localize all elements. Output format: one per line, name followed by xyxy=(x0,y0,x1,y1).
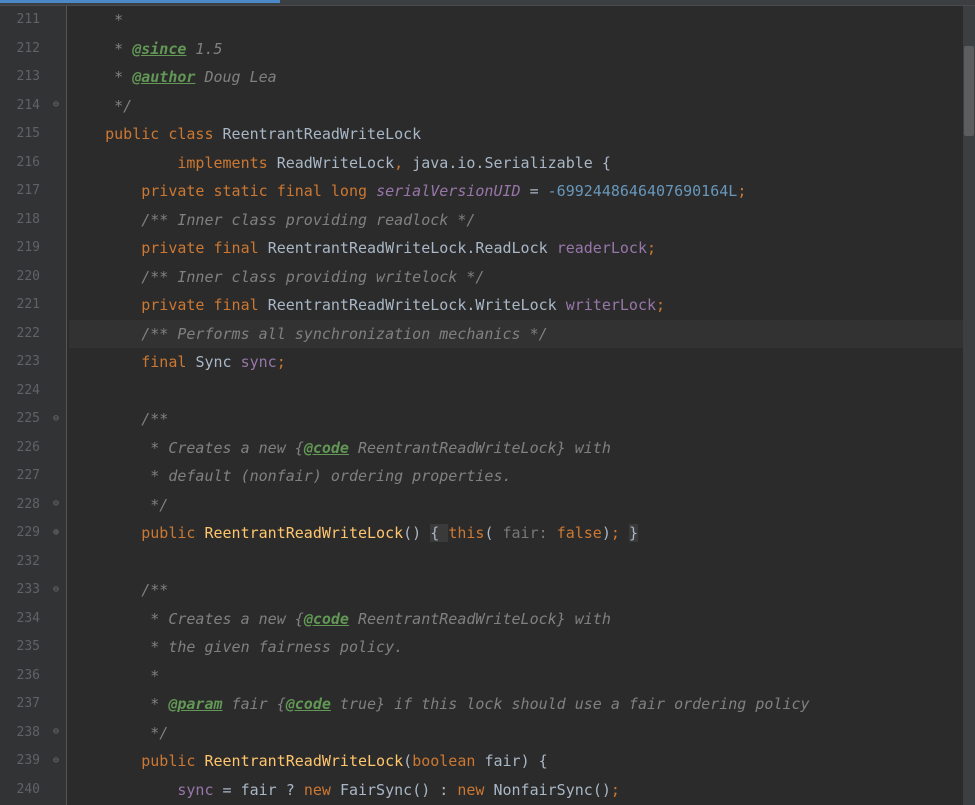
fold-expand-icon[interactable]: ⊕ xyxy=(50,527,62,539)
line-number: 224 xyxy=(0,377,40,406)
line-number: 216 xyxy=(0,149,40,178)
line-number: 237 xyxy=(0,690,40,719)
code-text: */ xyxy=(69,724,168,742)
code-text: private static final long serialVersionU… xyxy=(69,177,975,206)
code-text: /** xyxy=(69,581,168,599)
line-number: 228 xyxy=(0,491,40,520)
code-text: sync = fair ? new FairSync() : new Nonfa… xyxy=(69,776,975,805)
code-text: */ xyxy=(69,496,168,514)
code-text: * xyxy=(69,667,159,685)
code-text: private final ReentrantReadWriteLock.Rea… xyxy=(69,234,975,263)
line-number: 212 xyxy=(0,35,40,64)
code-text xyxy=(69,377,975,406)
fold-collapse-icon[interactable]: ⊖ xyxy=(50,498,62,510)
fold-collapse-icon[interactable]: ⊖ xyxy=(50,413,62,425)
line-number: 222 xyxy=(0,320,40,349)
line-number: 234 xyxy=(0,605,40,634)
line-number: 232 xyxy=(0,548,40,577)
vertical-scrollbar[interactable] xyxy=(963,6,975,805)
code-text: /** Performs all synchronization mechani… xyxy=(69,325,548,343)
line-number: 221 xyxy=(0,291,40,320)
fold-collapse-icon[interactable]: ⊖ xyxy=(50,755,62,767)
line-number: 235 xyxy=(0,633,40,662)
code-text: public ReentrantReadWriteLock() { this( … xyxy=(69,519,975,548)
line-number: 239 xyxy=(0,747,40,776)
line-number: 236 xyxy=(0,662,40,691)
fold-collapse-icon[interactable]: ⊖ xyxy=(50,584,62,596)
code-text: /** Inner class providing writelock */ xyxy=(69,268,484,286)
code-text: */ xyxy=(69,97,132,115)
line-number: 220 xyxy=(0,263,40,292)
code-text: * xyxy=(69,11,123,29)
code-text: * @param fair {@code true} if this lock … xyxy=(69,695,810,713)
line-number: 226 xyxy=(0,434,40,463)
line-number-gutter: 211 212 213 214 215 216 217 218 219 220 … xyxy=(0,6,48,805)
scroll-thumb[interactable] xyxy=(964,46,974,136)
fold-collapse-icon[interactable]: ⊖ xyxy=(50,726,62,738)
code-text: implements ReadWriteLock, java.io.Serial… xyxy=(69,149,975,178)
line-number: 214 xyxy=(0,92,40,121)
line-number: 219 xyxy=(0,234,40,263)
code-text: private final ReentrantReadWriteLock.Wri… xyxy=(69,291,975,320)
fold-column: ⊖ ⊖ ⊖ ⊕ ⊖ ⊖ ⊖ xyxy=(48,6,66,805)
line-number: 217 xyxy=(0,177,40,206)
code-text: /** Inner class providing readlock */ xyxy=(69,211,475,229)
line-number: 227 xyxy=(0,462,40,491)
line-number: 238 xyxy=(0,719,40,748)
code-editor: 211 212 213 214 215 216 217 218 219 220 … xyxy=(0,6,975,805)
fold-collapse-icon[interactable]: ⊖ xyxy=(50,99,62,111)
code-text: /** xyxy=(69,410,168,428)
code-text: public class ReentrantReadWriteLock xyxy=(69,120,975,149)
line-number: 229 xyxy=(0,519,40,548)
code-text: public ReentrantReadWriteLock(boolean fa… xyxy=(69,747,975,776)
code-area[interactable]: * * @since 1.5 * @author Doug Lea */ pub… xyxy=(66,6,975,805)
line-number: 233 xyxy=(0,576,40,605)
code-text: * the given fairness policy. xyxy=(69,638,403,656)
line-number: 223 xyxy=(0,348,40,377)
code-text: * default (nonfair) ordering properties. xyxy=(69,467,512,485)
line-number: 215 xyxy=(0,120,40,149)
line-number: 213 xyxy=(0,63,40,92)
line-number: 225 xyxy=(0,405,40,434)
code-text: * Creates a new {@code ReentrantReadWrit… xyxy=(69,610,611,628)
code-text: * @author Doug Lea xyxy=(69,68,277,86)
code-text xyxy=(69,548,975,577)
line-number: 240 xyxy=(0,776,40,805)
code-text: final Sync sync; xyxy=(69,348,975,377)
code-text: * Creates a new {@code ReentrantReadWrit… xyxy=(69,439,611,457)
line-number: 218 xyxy=(0,206,40,235)
line-number: 211 xyxy=(0,6,40,35)
code-text: * @since 1.5 xyxy=(69,40,223,58)
